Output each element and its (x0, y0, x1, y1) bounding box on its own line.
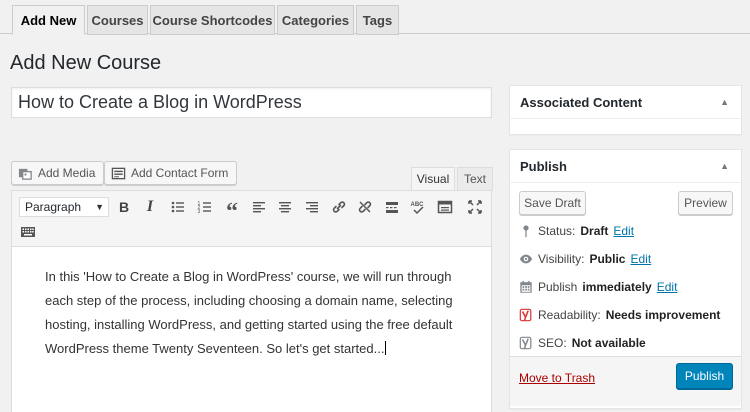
collapse-arrow-icon[interactable]: ▲ (720, 97, 729, 107)
calendar-icon (520, 280, 532, 293)
move-to-trash-link[interactable]: Move to Trash (519, 371, 595, 385)
yoast-seo-icon (519, 336, 532, 350)
add-media-label: Add Media (38, 166, 96, 180)
publish-date-row: Publish immediately Edit (519, 278, 677, 296)
link-icon[interactable] (328, 196, 350, 218)
form-icon (111, 167, 126, 179)
spellcheck-icon[interactable]: ABC (407, 196, 429, 218)
editor-toolbar: Paragraph ▼ B I 123 “ ABC (12, 191, 491, 247)
unlink-icon[interactable] (354, 196, 376, 218)
add-contact-form-label: Add Contact Form (131, 166, 229, 180)
readability-label: Readability: (538, 308, 601, 322)
edit-publish-date-link[interactable]: Edit (657, 280, 678, 294)
associated-content-header[interactable]: Associated Content ▲ (510, 86, 741, 119)
readability-value: Needs improvement (605, 308, 721, 322)
content-editor[interactable]: Paragraph ▼ B I 123 “ ABC In this 'How t… (11, 190, 492, 412)
blockquote-icon[interactable]: “ (221, 196, 243, 224)
content-line: each step of the process, including choo… (45, 293, 453, 308)
edit-visibility-link[interactable]: Edit (630, 252, 651, 266)
italic-icon[interactable]: I (139, 196, 161, 218)
major-publishing-actions: Move to Trash Publish (510, 356, 741, 406)
visibility-row: Visibility: Public Edit (519, 250, 651, 268)
tab-add-new[interactable]: Add New (12, 5, 85, 35)
publish-value: immediately (582, 280, 652, 294)
media-icon (18, 168, 32, 180)
distraction-free-icon[interactable] (464, 196, 486, 218)
publish-button[interactable]: Publish (676, 363, 733, 389)
status-label: Status: (538, 224, 576, 238)
toolbar-toggle-icon[interactable] (434, 196, 456, 218)
status-row: Status: Draft Edit (519, 222, 634, 240)
read-more-icon[interactable] (381, 196, 403, 218)
edit-status-link[interactable]: Edit (613, 224, 634, 238)
format-select-value: Paragraph (25, 200, 82, 214)
course-title-input[interactable] (11, 87, 492, 118)
collapse-arrow-icon[interactable]: ▲ (720, 161, 729, 171)
publish-header[interactable]: Publish ▲ (510, 150, 741, 183)
chevron-down-icon: ▼ (95, 202, 104, 212)
tab-visual[interactable]: Visual (411, 167, 455, 191)
tab-course-shortcodes[interactable]: Course Shortcodes (150, 5, 275, 35)
add-contact-form-button[interactable]: Add Contact Form (104, 161, 238, 185)
tab-text[interactable]: Text (457, 167, 493, 191)
format-select[interactable]: Paragraph ▼ (19, 197, 109, 217)
associated-content-box: Associated Content ▲ (509, 85, 742, 135)
bullet-list-icon[interactable] (167, 196, 189, 218)
readability-row: Readability: Needs improvement (519, 306, 720, 324)
keyboard-shortcuts-icon[interactable] (17, 221, 39, 243)
align-center-icon[interactable] (274, 196, 296, 218)
publish-label: Publish (538, 280, 578, 294)
tab-tags[interactable]: Tags (356, 5, 399, 35)
publish-box: Publish ▲ Save Draft Preview Status: Dra… (509, 149, 742, 409)
preview-button[interactable]: Preview (678, 191, 733, 215)
save-draft-button[interactable]: Save Draft (519, 191, 586, 215)
content-line: WordPress theme Twenty Seventeen. So let… (45, 341, 385, 356)
associated-content-title: Associated Content (520, 94, 643, 110)
tab-categories[interactable]: Categories (277, 5, 354, 35)
visibility-value: Public (589, 252, 626, 266)
bold-icon[interactable]: B (113, 196, 135, 218)
publish-title: Publish (520, 158, 567, 174)
pin-icon (523, 225, 529, 238)
content-line-last: WordPress theme Twenty Seventeen. So let… (45, 337, 465, 361)
seo-label: SEO: (538, 336, 567, 350)
content-line: In this 'How to Create a Blog in WordPre… (45, 269, 452, 284)
tab-courses[interactable]: Courses (87, 5, 148, 35)
nav-tabs: Add New Courses Course Shortcodes Catego… (0, 0, 750, 35)
numbered-list-icon[interactable]: 123 (194, 196, 216, 218)
add-media-button[interactable]: Add Media (11, 161, 105, 185)
page-title: Add New Course (10, 52, 162, 74)
eye-icon (519, 254, 533, 264)
text-cursor (385, 341, 387, 355)
editor-content[interactable]: In this 'How to Create a Blog in WordPre… (45, 265, 465, 361)
yoast-readability-icon (519, 308, 532, 322)
align-right-icon[interactable] (301, 196, 323, 218)
content-line: hosting, installing WordPress, and getti… (45, 317, 453, 332)
visibility-label: Visibility: (538, 252, 585, 266)
align-left-icon[interactable] (248, 196, 270, 218)
seo-row: SEO: Not available (519, 334, 646, 352)
status-value: Draft (580, 224, 609, 238)
seo-value: Not available (571, 336, 646, 350)
svg-text:3: 3 (198, 209, 201, 215)
